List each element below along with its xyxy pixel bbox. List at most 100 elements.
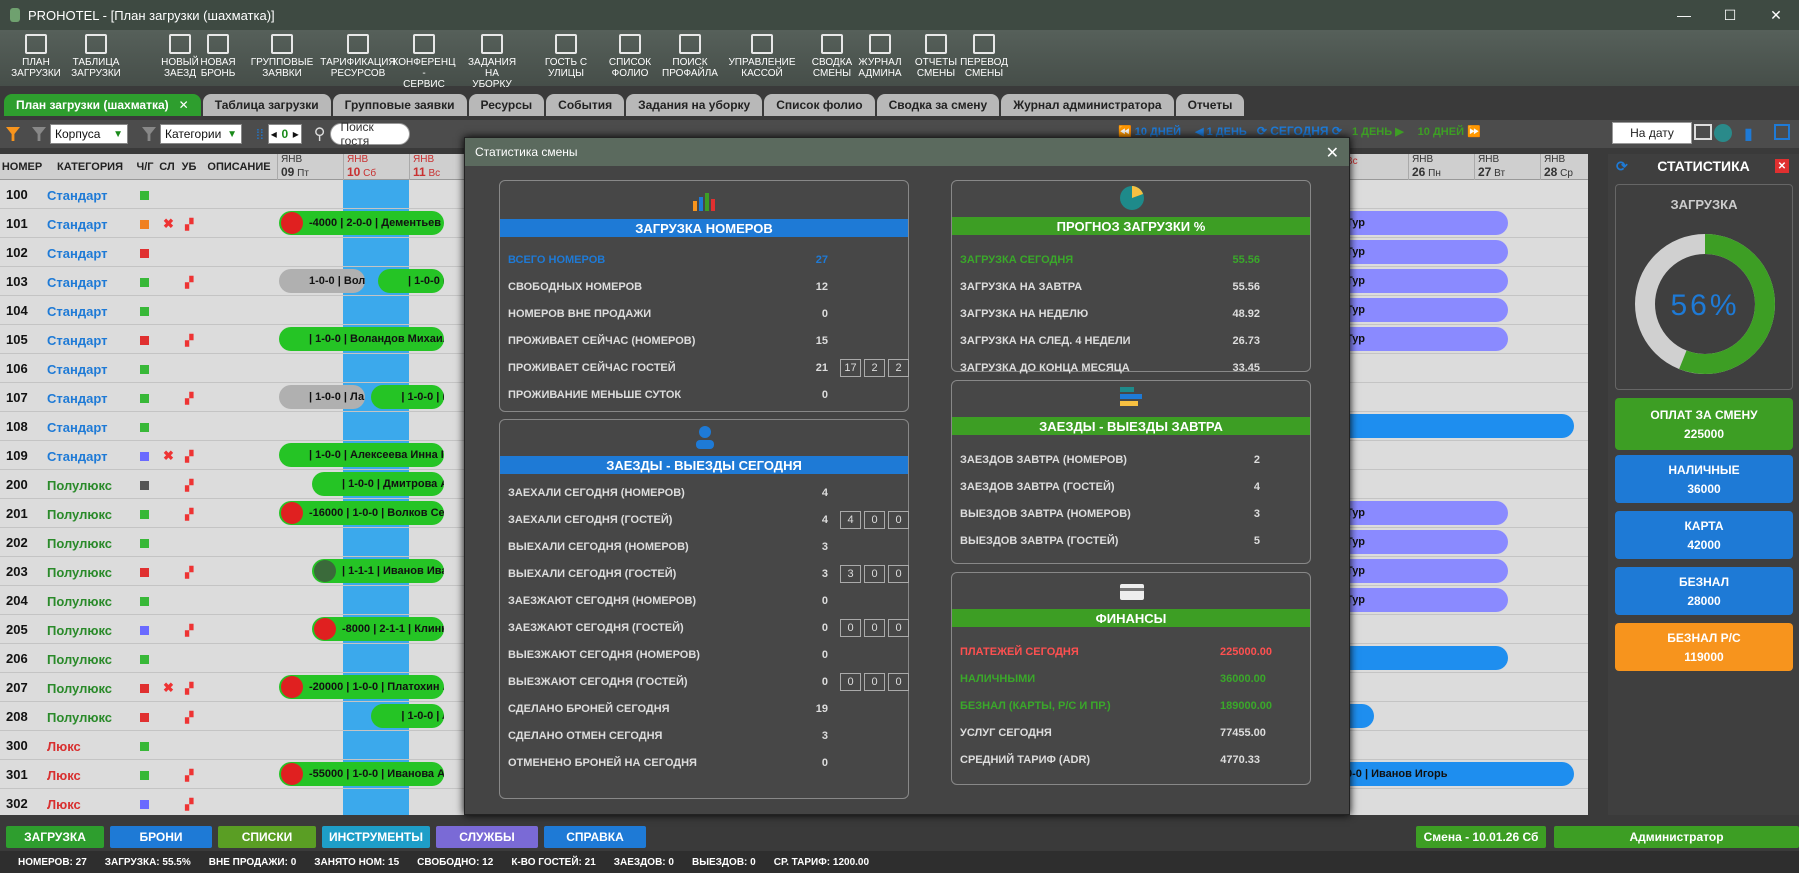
room-category[interactable]: Стандарт <box>47 420 107 435</box>
tab-2[interactable]: Групповые заявки <box>332 94 467 116</box>
tab-9[interactable]: Отчеты <box>1175 94 1245 116</box>
day-header[interactable]: ЯНВ 26 Пн <box>1408 154 1474 180</box>
grid-view-icon[interactable]: ⁞⁞ <box>256 126 264 142</box>
booking-bar[interactable] <box>1340 414 1574 438</box>
booking-bar[interactable]: | 1-0-0 | Воландов Михаил А <box>279 327 444 351</box>
day-header[interactable]: ЯНВ 28 Ср <box>1540 154 1588 180</box>
corpus-select[interactable]: Корпуса ▼ <box>50 124 128 144</box>
toolbar-button-0[interactable]: ПЛАН ЗАГРУЗКИ <box>4 34 68 79</box>
header-category[interactable]: КАТЕГОРИЯ <box>44 154 136 180</box>
booking-bar[interactable]: Тур <box>1340 501 1508 525</box>
booking-bar[interactable]: Тур <box>1340 298 1508 322</box>
booking-bar[interactable]: Тур <box>1340 588 1508 612</box>
booking-bar[interactable]: -8000 | 2-1-1 | Клинков <box>312 617 444 641</box>
tab-0[interactable]: План загрузки (шахматка) ✕ <box>4 94 201 116</box>
header-sl[interactable]: СЛ <box>156 154 178 180</box>
bottom-menu-button-3[interactable]: ИНСТРУМЕНТЫ <box>322 826 430 848</box>
toolbar-button-4[interactable]: ГРУППОВЫЕ ЗАЯВКИ <box>250 34 314 79</box>
room-status-indicator[interactable] <box>140 481 149 490</box>
refresh-icon[interactable]: ⟳ <box>1616 158 1628 175</box>
booking-bar[interactable]: Тур <box>1340 530 1508 554</box>
room-category[interactable]: Стандарт <box>47 246 107 261</box>
toolbar-button-9[interactable]: СПИСОК ФОЛИО <box>598 34 662 79</box>
room-category[interactable]: Полулюкс <box>47 652 112 667</box>
booking-bar[interactable]: -55000 | 1-0-0 | Иванова Анна <box>279 762 444 786</box>
room-status-indicator[interactable] <box>140 278 149 287</box>
toolbar-button-15[interactable]: ПЕРЕВОД СМЕНЫ <box>952 34 1016 79</box>
booking-bar[interactable]: | 1-1-1 | Иванов Иван П <box>312 559 444 583</box>
stepper-right-icon[interactable]: ▸ <box>293 127 299 141</box>
room-category[interactable]: Полулюкс <box>47 681 112 696</box>
room-category[interactable]: Полулюкс <box>47 623 112 638</box>
header-description[interactable]: ОПИСАНИЕ <box>204 154 274 180</box>
toolbar-button-8[interactable]: ГОСТЬ С УЛИЦЫ <box>534 34 598 79</box>
room-category[interactable]: Стандарт <box>47 449 107 464</box>
toolbar-button-13[interactable]: ЖУРНАЛ АДМИНА <box>848 34 912 79</box>
tab-7[interactable]: Сводка за смену <box>876 94 1000 116</box>
room-status-indicator[interactable] <box>140 336 149 345</box>
bottom-menu-button-2[interactable]: СПИСКИ <box>218 826 316 848</box>
tab-5[interactable]: Задания на уборку <box>626 94 763 116</box>
room-status-indicator[interactable] <box>140 394 149 403</box>
day-header[interactable]: ЯНВ 09 Пт <box>277 154 343 180</box>
back-1-day-button[interactable]: ◀ 1 ДЕНЬ <box>1195 125 1247 138</box>
today-button[interactable]: ⟳ СЕГОДНЯ ⟳ <box>1257 124 1342 138</box>
room-category[interactable]: Стандарт <box>47 217 107 232</box>
booking-bar[interactable]: | 1-0-0 | Бу <box>371 385 444 409</box>
forward-1-day-button[interactable]: 1 ДЕНЬ ▶ <box>1352 125 1404 138</box>
booking-bar[interactable]: Тур <box>1340 559 1508 583</box>
room-status-indicator[interactable] <box>140 568 149 577</box>
bottom-menu-button-0[interactable]: ЗАГРУЗКА <box>6 826 104 848</box>
room-category[interactable]: Люкс <box>47 768 81 783</box>
chart-icon[interactable]: ▮ <box>1744 124 1753 144</box>
room-category[interactable]: Полулюкс <box>47 710 112 725</box>
room-category[interactable]: Стандарт <box>47 304 107 319</box>
room-status-indicator[interactable] <box>140 423 149 432</box>
toolbar-button-5[interactable]: ТАРИФИКАЦИЯ РЕСУРСОВ <box>318 34 398 79</box>
room-status-indicator[interactable] <box>140 597 149 606</box>
stat-card[interactable]: КАРТА 42000 <box>1615 511 1793 559</box>
bottom-menu-button-1[interactable]: БРОНИ <box>110 826 212 848</box>
room-category[interactable]: Стандарт <box>47 333 107 348</box>
forward-10-days-button[interactable]: 10 ДНЕЙ ⏩ <box>1418 125 1481 138</box>
room-category[interactable]: Стандарт <box>47 391 107 406</box>
room-category[interactable]: Полулюкс <box>47 507 112 522</box>
booking-bar[interactable]: -4000 | 2-0-0 | Дементьев Вас <box>279 211 444 235</box>
toolbar-button-11[interactable]: УПРАВЛЕНИЕ КАССОЙ <box>722 34 802 79</box>
tab-8[interactable]: Журнал администратора <box>1001 94 1174 116</box>
room-status-indicator[interactable] <box>140 307 149 316</box>
booking-bar[interactable]: Тур <box>1340 327 1508 351</box>
booking-bar[interactable]: | 1-0-0 | <box>378 269 444 293</box>
globe-icon[interactable] <box>1714 124 1732 142</box>
room-status-indicator[interactable] <box>140 655 149 664</box>
tab-1[interactable]: Таблица загрузки <box>202 94 331 116</box>
go-to-date-field[interactable]: На дату <box>1612 122 1692 144</box>
booking-bar[interactable]: -20000 | 1-0-0 | Платохин Анд <box>279 675 444 699</box>
room-status-indicator[interactable] <box>140 626 149 635</box>
toolbar-button-1[interactable]: ТАБЛИЦА ЗАГРУЗКИ <box>64 34 128 79</box>
booking-bar[interactable]: 0-0 | Иванов Игорь <box>1340 762 1574 786</box>
filter-icon[interactable] <box>6 127 20 141</box>
stat-card[interactable]: НАЛИЧНЫЕ 36000 <box>1615 455 1793 503</box>
room-status-indicator[interactable] <box>140 452 149 461</box>
room-status-indicator[interactable] <box>140 742 149 751</box>
room-category[interactable]: Стандарт <box>47 275 107 290</box>
room-status-indicator[interactable] <box>140 771 149 780</box>
guest-search-input[interactable]: Поиск гостя <box>329 120 410 148</box>
shift-indicator[interactable]: Смена - 10.01.26 Сб <box>1416 826 1546 848</box>
counter-stepper[interactable]: ◂ 0 ▸ <box>267 124 302 144</box>
stat-card[interactable]: БЕЗНАЛ 28000 <box>1615 567 1793 615</box>
room-status-indicator[interactable] <box>140 249 149 258</box>
category-select[interactable]: Категории ▼ <box>160 124 242 144</box>
minimize-button[interactable]: — <box>1661 0 1707 30</box>
booking-bar[interactable]: | 1-0-0 | Дмитрова Анн <box>312 472 444 496</box>
maximize-button[interactable]: ☐ <box>1707 0 1753 30</box>
room-status-indicator[interactable] <box>140 510 149 519</box>
stat-card[interactable]: ОПЛАТ ЗА СМЕНУ 225000 <box>1615 398 1793 450</box>
search-icon[interactable]: ⚲ <box>314 124 326 144</box>
booking-bar[interactable]: Тур <box>1340 269 1508 293</box>
room-category[interactable]: Стандарт <box>47 362 107 377</box>
room-category[interactable]: Полулюкс <box>47 478 112 493</box>
tab-6[interactable]: Список фолио <box>764 94 875 116</box>
schedule-icon[interactable] <box>1774 124 1790 140</box>
